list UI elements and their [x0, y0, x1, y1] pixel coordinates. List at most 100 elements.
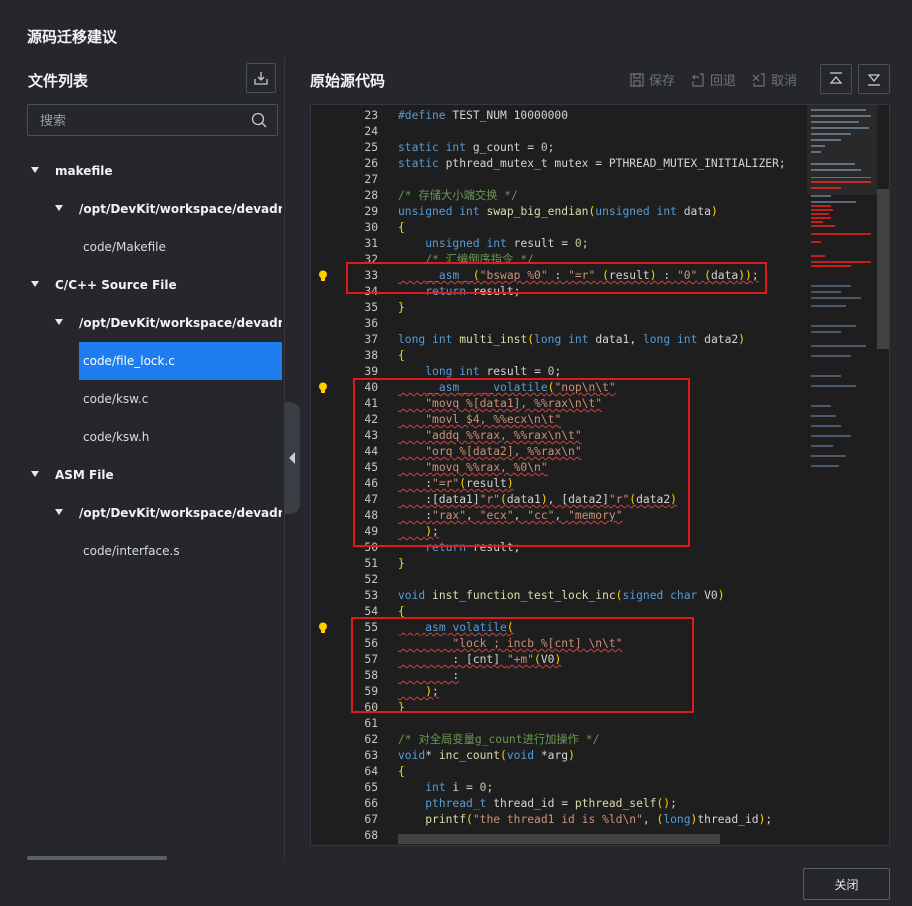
- line-number: 51: [364, 557, 378, 570]
- code-text: int i = 0;: [425, 781, 494, 794]
- line-number: 68: [364, 829, 378, 842]
- file-tree-folder[interactable]: /opt/DevKit/workspace/devadmin/p: [52, 304, 282, 342]
- code-line: 29 unsigned int swap_big_endian(unsigned …: [311, 204, 807, 220]
- file-tree-item[interactable]: code/interface.s: [79, 532, 282, 570]
- editor-horizontal-scrollbar[interactable]: [398, 834, 720, 844]
- lightbulb-icon[interactable]: [318, 270, 328, 282]
- code-line: 67 printf("the thread1 id is %ld\n", (lo…: [311, 812, 807, 828]
- save-label: 保存: [649, 74, 676, 89]
- line-number: 66: [364, 797, 378, 810]
- file-tree-label: code/interface.s: [83, 544, 180, 558]
- code-line: 23 #define TEST_NUM 10000000: [311, 108, 807, 124]
- suggestion-highlight-box: [353, 378, 690, 547]
- code-text: void inst_function_test_lock_inc(signed …: [398, 589, 725, 602]
- code-text: {: [398, 765, 405, 778]
- line-number: 36: [364, 317, 378, 330]
- line-number: 26: [364, 157, 378, 170]
- scroll-top-button[interactable]: [820, 64, 852, 94]
- rollback-label: 回退: [710, 74, 737, 89]
- tree-scrollbar[interactable]: [27, 856, 167, 860]
- code-line: 37 long int multi_inst(long int data1, lo…: [311, 332, 807, 348]
- file-tree-label: /opt/DevKit/workspace/devadmin/p: [79, 316, 282, 330]
- line-number: 38: [364, 349, 378, 362]
- code-text: unsigned int swap_big_endian(unsigned in…: [398, 205, 718, 218]
- code-text: void* inc_count(void *arg): [398, 749, 575, 762]
- file-tree-label: C/C++ Source File: [55, 278, 177, 292]
- file-tree-group[interactable]: makefile: [28, 152, 282, 190]
- code-line: 31 unsigned int result = 0;: [311, 236, 807, 252]
- minimap-preview: [807, 105, 883, 467]
- file-tree-folder[interactable]: /opt/DevKit/workspace/devadmin/p: [52, 190, 282, 228]
- lightbulb-icon[interactable]: [318, 382, 328, 394]
- code-line: 35}: [311, 300, 807, 316]
- line-number: 52: [364, 573, 378, 586]
- file-tree-label: code/file_lock.c: [83, 354, 175, 368]
- search-box: [27, 104, 278, 136]
- suggestion-highlight-box: [351, 617, 694, 713]
- code-line: 65 int i = 0;: [311, 780, 807, 796]
- search-input[interactable]: [38, 111, 242, 131]
- code-text: static int g_count = 0;: [398, 141, 555, 154]
- code-minimap[interactable]: [807, 105, 883, 845]
- download-icon: [254, 72, 268, 85]
- code-line: 63 void* inc_count(void *arg): [311, 748, 807, 764]
- line-number: 35: [364, 301, 378, 314]
- file-tree-group[interactable]: C/C++ Source File: [28, 266, 282, 304]
- rollback-button[interactable]: 回退: [690, 70, 736, 89]
- scroll-bottom-button[interactable]: [858, 64, 890, 94]
- file-tree-item[interactable]: code/ksw.h: [79, 418, 282, 456]
- save-button[interactable]: 保存: [629, 70, 675, 89]
- code-line: 61: [311, 716, 807, 732]
- file-tree-label: ASM File: [55, 468, 114, 482]
- caret-down-icon[interactable]: [55, 205, 63, 211]
- caret-down-icon[interactable]: [55, 319, 63, 325]
- file-tree-label: code/ksw.h: [83, 430, 150, 444]
- code-line: 26 static pthread_mutex_t mutex = PTHREAD…: [311, 156, 807, 172]
- code-text: static pthread_mutex_t mutex = PTHREAD_M…: [398, 157, 786, 170]
- editor-vertical-scrollbar[interactable]: [877, 189, 889, 349]
- code-line: 52: [311, 572, 807, 588]
- code-line: 66 pthread_t thread_id = pthread_self();: [311, 796, 807, 812]
- line-number: 67: [364, 813, 378, 826]
- line-number: 24: [364, 125, 378, 138]
- file-tree-item[interactable]: code/Makefile: [79, 228, 282, 266]
- line-number: 65: [364, 781, 378, 794]
- code-text: /* 对全局变量g_count进行加操作 */: [398, 733, 600, 746]
- caret-down-icon[interactable]: [31, 471, 39, 477]
- line-number: 37: [364, 333, 378, 346]
- file-tree-item[interactable]: code/ksw.c: [79, 380, 282, 418]
- cancel-button[interactable]: 取消: [751, 70, 797, 89]
- line-number: 31: [364, 237, 378, 250]
- lightbulb-icon[interactable]: [318, 622, 328, 634]
- code-editor[interactable]: 23 #define TEST_NUM 10000000 24 25 static in…: [310, 104, 890, 846]
- search-icon[interactable]: [251, 112, 267, 128]
- file-tree-group[interactable]: ASM File: [28, 456, 282, 494]
- code-text: }: [398, 557, 405, 570]
- code-line: 53 void inst_function_test_lock_inc(signe…: [311, 588, 807, 604]
- file-tree-label: code/Makefile: [83, 240, 166, 254]
- code-line: 25 static int g_count = 0;: [311, 140, 807, 156]
- code-line: 38 {: [311, 348, 807, 364]
- source-code-title: 原始源代码: [310, 72, 386, 90]
- file-tree-item[interactable]: code/file_lock.c: [79, 342, 282, 380]
- code-text: /* 存储大小端交换 */: [398, 189, 518, 202]
- caret-down-icon[interactable]: [31, 167, 39, 173]
- line-number: 30: [364, 221, 378, 234]
- file-tree-folder[interactable]: /opt/DevKit/workspace/devadmin/p: [52, 494, 282, 532]
- chevron-left-icon: [289, 452, 295, 464]
- code-text: {: [398, 349, 405, 362]
- panel-collapse-handle[interactable]: [284, 402, 300, 514]
- file-tree-label: /opt/DevKit/workspace/devadmin/p: [79, 202, 282, 216]
- code-line: 64 {: [311, 764, 807, 780]
- code-text: long int multi_inst(long int data1, long…: [398, 333, 745, 346]
- suggestion-highlight-box: [346, 262, 767, 294]
- line-number: 25: [364, 141, 378, 154]
- caret-down-icon[interactable]: [31, 281, 39, 287]
- line-number: 64: [364, 765, 378, 778]
- line-number: 28: [364, 189, 378, 202]
- caret-down-icon[interactable]: [55, 509, 63, 515]
- close-button[interactable]: 关闭: [803, 868, 890, 900]
- download-button[interactable]: [246, 63, 276, 93]
- undo-icon: [692, 72, 704, 87]
- code-text: unsigned int result = 0;: [425, 237, 589, 250]
